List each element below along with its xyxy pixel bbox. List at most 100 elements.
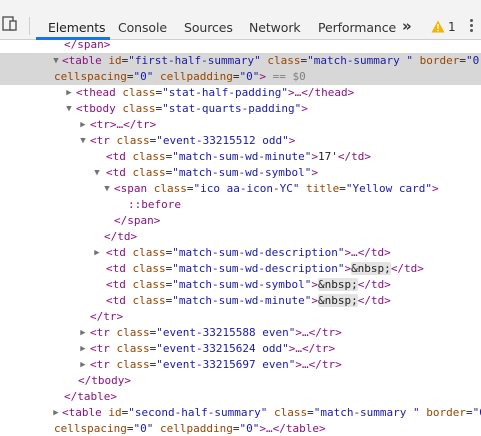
tree-node-selected[interactable]: ▼ <table id="first-half-summary" class="…: [0, 53, 481, 69]
attr-value: "match-sum-wd-minute": [172, 150, 312, 163]
tag-close: </td>: [357, 278, 391, 291]
tree-node[interactable]: ▶ <tr>…</tr>: [0, 117, 481, 133]
attr-name: cellspacing: [54, 422, 127, 435]
entity-nbsp: &nbsp;: [317, 294, 358, 307]
tree-node[interactable]: <td class="match-sum-wd-description">&nb…: [0, 261, 481, 277]
tree-node[interactable]: </tr>: [0, 309, 481, 325]
tag-close: </span>: [64, 40, 111, 51]
expand-arrow-icon[interactable]: ▶: [78, 117, 88, 133]
tab-performance[interactable]: Performance: [318, 20, 396, 35]
collapsed-ellipsis: >…: [288, 342, 302, 355]
tree-node[interactable]: ▼ <td class="match-sum-wd-symbol">: [0, 165, 481, 181]
tab-elements[interactable]: Elements: [48, 20, 106, 35]
tag-close: </td>: [357, 294, 391, 307]
tag-bracket: >: [288, 134, 296, 147]
attr-name: class: [122, 102, 156, 115]
tag-close: </tr>: [90, 310, 124, 323]
tag-close: </span>: [114, 214, 161, 227]
tag-close: </tr>: [308, 358, 342, 371]
tab-sources[interactable]: Sources: [184, 20, 233, 35]
tag-name: <tr: [90, 326, 110, 339]
tree-node[interactable]: <td class="match-sum-wd-symbol">&nbsp;</…: [0, 277, 481, 293]
warning-icon[interactable]: [431, 20, 445, 33]
tree-node[interactable]: <td class="match-sum-wd-minute">&nbsp;</…: [0, 293, 481, 309]
expand-arrow-icon[interactable]: ▶: [51, 405, 61, 421]
tree-node[interactable]: ▶ <tr class="event-33215624 odd">…</tr>: [0, 341, 481, 357]
tree-node[interactable]: ::before: [0, 197, 481, 213]
attr-value: "match-sum-wd-minute": [172, 294, 312, 307]
tag-close: </table>: [64, 390, 117, 403]
tree-node-wrap[interactable]: cellspacing="0" cellpadding="0">…</table…: [0, 421, 481, 436]
attr-value: "match-summary ": [307, 54, 414, 67]
collapsed-ellipsis: >…: [344, 246, 358, 259]
tag-close: </td>: [337, 150, 371, 163]
expand-arrow-icon[interactable]: ▶: [78, 325, 88, 341]
attr-value: "0": [239, 70, 260, 83]
collapse-arrow-icon[interactable]: ▼: [64, 101, 74, 117]
device-toolbar-icon[interactable]: [2, 16, 20, 32]
tab-console[interactable]: Console: [118, 20, 167, 35]
attr-name: border: [419, 54, 460, 67]
tab-network[interactable]: Network: [249, 20, 301, 35]
tree-node[interactable]: </tbody>: [0, 373, 481, 389]
tree-node[interactable]: </span>: [0, 40, 481, 53]
expand-arrow-icon[interactable]: ▶: [78, 357, 88, 373]
attr-name: cellspacing: [54, 70, 127, 83]
attr-value: "0": [466, 54, 481, 67]
collapse-arrow-icon[interactable]: ▼: [92, 165, 102, 181]
warning-count[interactable]: 1: [448, 20, 456, 34]
selected-node-marker: == $0: [265, 70, 306, 83]
expand-arrow-icon[interactable]: ▶: [64, 85, 74, 101]
tree-node[interactable]: ▼ <tbody class="stat-quarts-padding">: [0, 101, 481, 117]
tree-node[interactable]: </span>: [0, 213, 481, 229]
tree-node[interactable]: ▶ <thead class="stat-half-padding">…</th…: [0, 85, 481, 101]
tag-bracket: >: [311, 166, 318, 179]
attr-name: id: [108, 406, 122, 419]
tree-node[interactable]: ▼ <tr class="event-33215512 odd">: [0, 133, 481, 149]
attr-name: class: [153, 182, 187, 195]
tag-name: <thead: [76, 86, 116, 99]
tag-close: </td>: [104, 230, 138, 243]
tree-node[interactable]: </td>: [0, 229, 481, 245]
attr-name: cellpadding: [159, 70, 233, 83]
attr-value: "match-sum-wd-description": [172, 246, 345, 259]
attr-name: class: [132, 246, 166, 259]
attr-name: cellpadding: [159, 422, 233, 435]
tree-node[interactable]: ▶ <tr class="event-33215588 even">…</tr>: [0, 325, 481, 341]
tree-node[interactable]: ▶ <td class="match-sum-wd-description">……: [0, 245, 481, 261]
tag-name: <td: [106, 166, 126, 179]
tree-node[interactable]: ▶ <table id="second-half-summary" class=…: [0, 405, 481, 421]
collapse-arrow-icon[interactable]: ▼: [51, 53, 61, 69]
more-tabs-button[interactable]: »: [402, 17, 412, 35]
collapsed-ellipsis: >…: [295, 358, 309, 371]
collapse-arrow-icon[interactable]: ▼: [78, 133, 88, 149]
tree-node[interactable]: <td class="match-sum-wd-minute">17'</td>: [0, 149, 481, 165]
attr-name: class: [132, 278, 166, 291]
attr-name: class: [132, 150, 166, 163]
tag-close: </thead>: [301, 86, 355, 99]
collapse-arrow-icon[interactable]: ▼: [102, 181, 112, 197]
tag-name: <span: [114, 182, 148, 195]
attr-value: "event-33215512 odd": [156, 134, 289, 147]
toolbar-separator: [29, 17, 30, 35]
tree-node[interactable]: </table>: [0, 389, 481, 405]
tree-node-selected-wrap[interactable]: cellspacing="0" cellpadding="0"> == $0: [0, 69, 481, 85]
attr-name: class: [132, 294, 166, 307]
tree-node[interactable]: ▶ <tr class="event-33215697 even">…</tr>: [0, 357, 481, 373]
collapsed-ellipsis: >…: [259, 422, 273, 435]
tag-name: <td: [106, 262, 126, 275]
tag-bracket: >: [259, 70, 266, 83]
collapsed-ellipsis: >…: [295, 326, 309, 339]
attr-value: "0": [239, 422, 260, 435]
text-node: 17': [317, 150, 338, 163]
tag-name: <td: [106, 150, 126, 163]
devtools-toolbar: Elements Console Sources Network Perform…: [0, 0, 481, 40]
attr-name: border: [426, 406, 467, 419]
attr-value: "event-33215588 even": [156, 326, 296, 339]
expand-arrow-icon[interactable]: ▶: [92, 245, 102, 261]
tag-bracket: >: [431, 182, 439, 195]
expand-arrow-icon[interactable]: ▶: [78, 341, 88, 357]
attr-name: class: [116, 326, 150, 339]
more-options-icon[interactable]: [470, 19, 473, 33]
tree-node[interactable]: ▼ <span class="ico aa-icon-YC" title="Ye…: [0, 181, 481, 197]
